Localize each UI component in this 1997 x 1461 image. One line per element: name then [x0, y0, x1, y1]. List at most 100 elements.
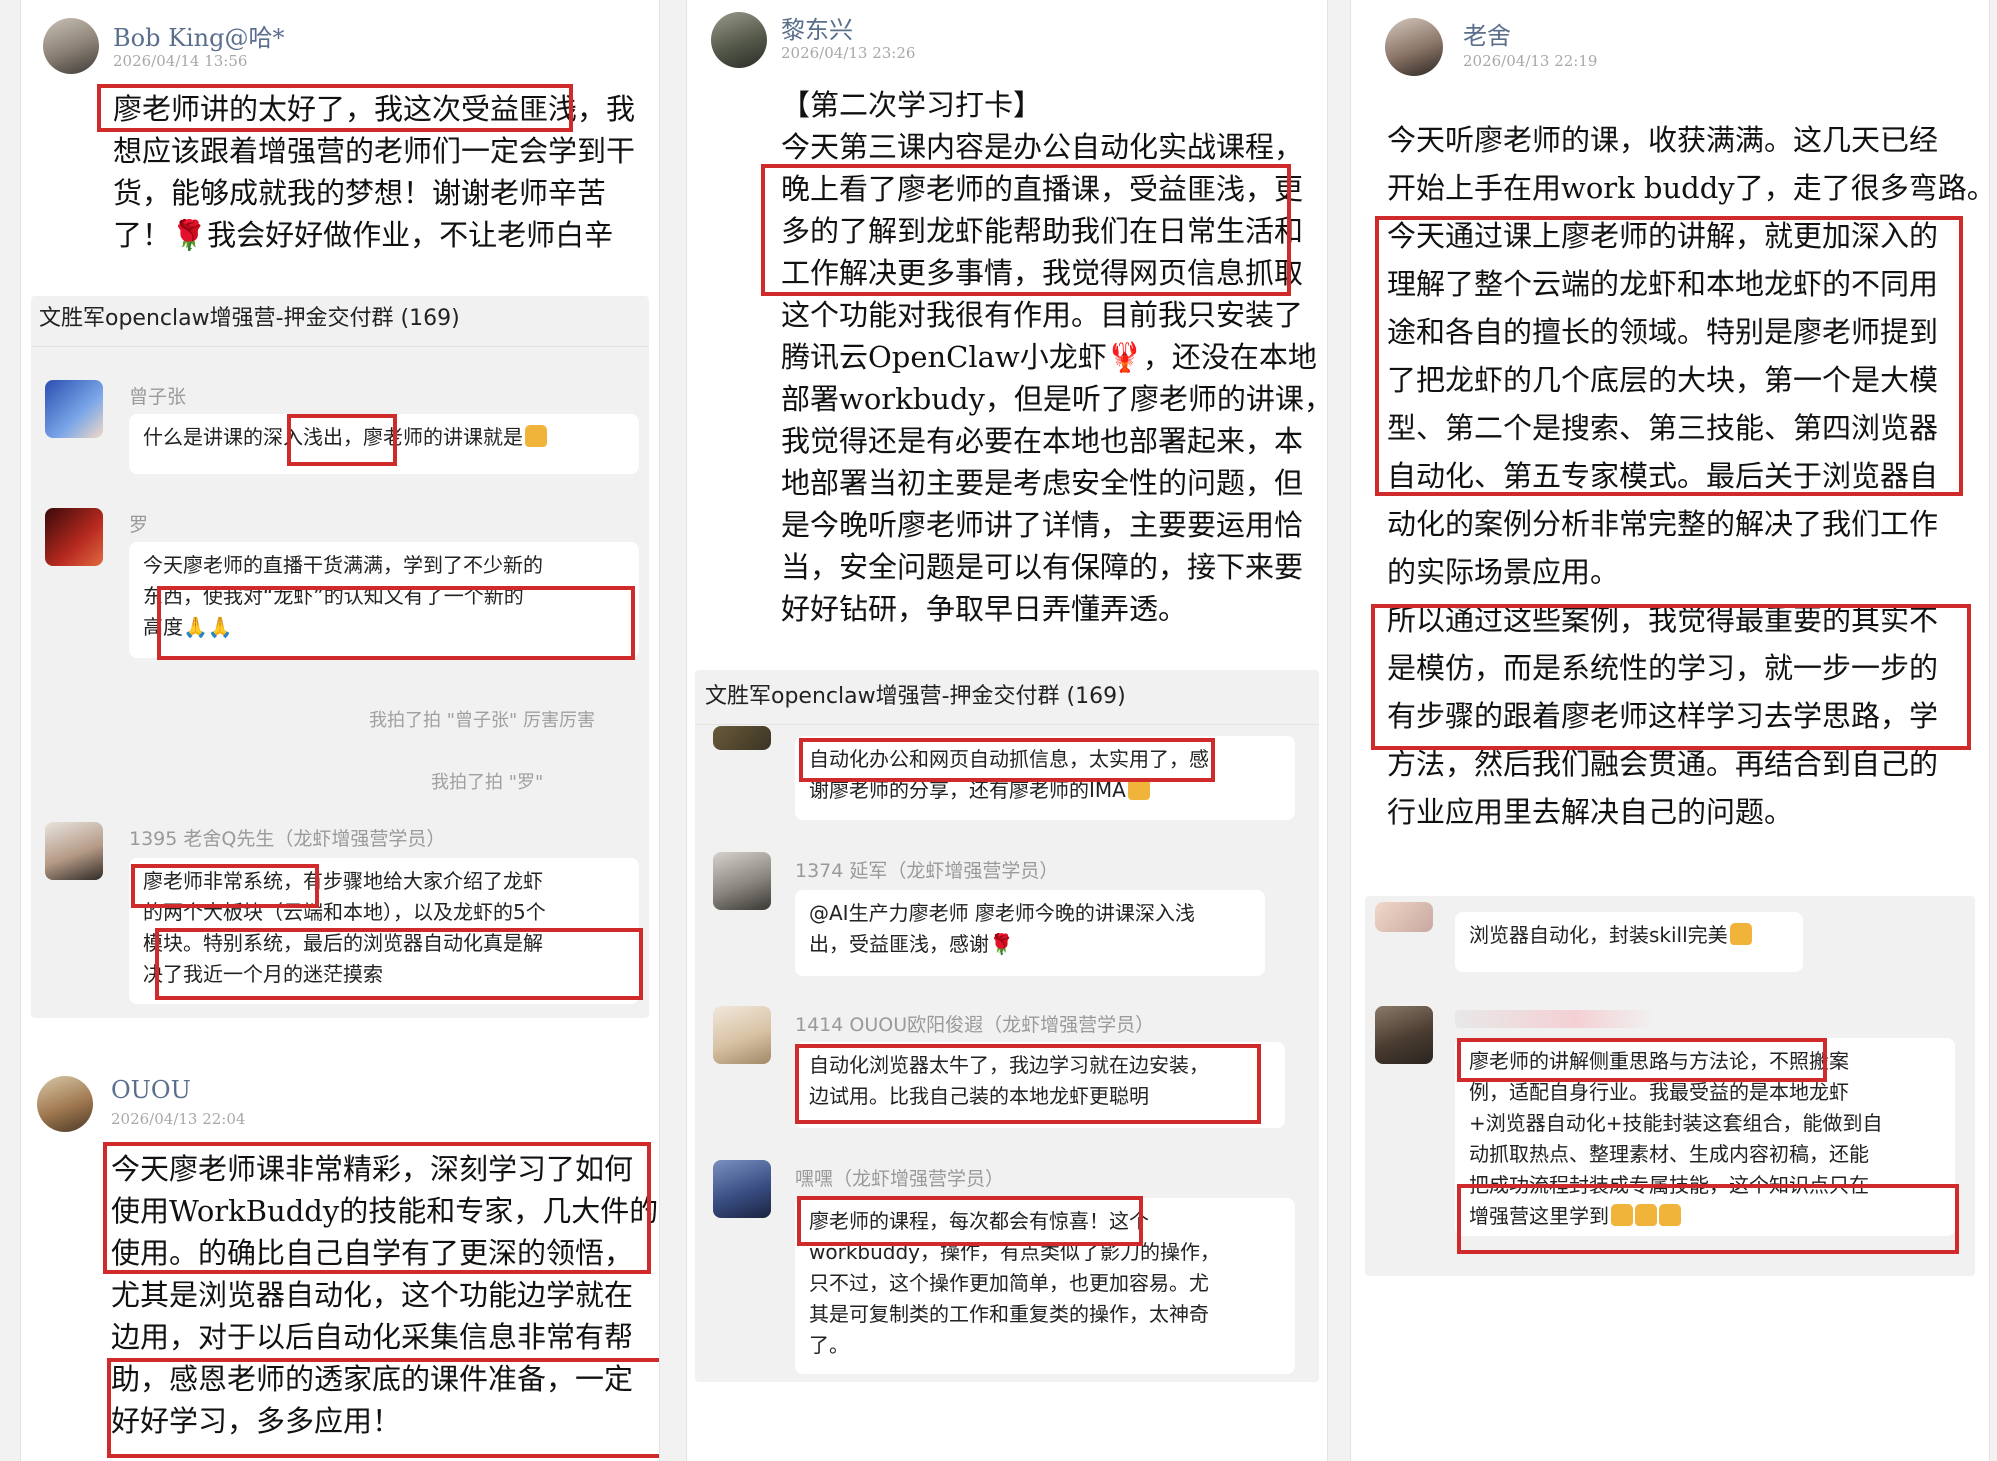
avatar[interactable]	[45, 822, 103, 880]
post-line: 是模仿，而是系统性的学习，就一步一步的	[1387, 651, 1939, 685]
post-line: 开始上手在用work buddy了，走了很多弯路。	[1387, 171, 1990, 205]
post-line: 部署workbudy，但是听了廖老师的讲课，	[781, 382, 1328, 416]
post-line: 晚上看了廖老师的直播课，受益匪浅，更	[781, 172, 1304, 206]
avatar[interactable]	[37, 1076, 93, 1132]
message-line: 的两个大板块（云端和本地），以及龙虾的5个	[143, 900, 546, 924]
thumbs-up-icon	[1611, 1204, 1633, 1226]
avatar[interactable]	[713, 1160, 771, 1218]
group-title: 文胜军openclaw增强营-押金交付群 (169)	[39, 306, 460, 331]
post-line: 型、第二个是搜索、第三技能、第四浏览器	[1387, 411, 1939, 445]
post-body: 今天听廖老师的课，收获满满。这几天已经 开始上手在用work buddy了，走了…	[1387, 116, 1990, 836]
avatar[interactable]	[713, 726, 771, 750]
avatar[interactable]	[45, 380, 103, 438]
post-line: 好好学习，多多应用！	[111, 1404, 402, 1438]
avatar[interactable]	[713, 852, 771, 910]
post-line: 方法，然后我们融会贯通。再结合到自己的	[1387, 747, 1939, 781]
post-line: 今天第三课内容是办公自动化实战课程，	[781, 130, 1304, 164]
message-line: @AI生产力廖老师 廖老师今晚的讲课深入浅	[809, 901, 1195, 925]
post-line: 今天听廖老师的课，收获满满。这几天已经	[1387, 123, 1939, 157]
message-bubble: 浏览器自动化，封装skill完美	[1455, 912, 1803, 972]
message-line: 廖老师非常系统，有步骤地给大家介绍了龙虾	[143, 869, 543, 893]
post-line: 有步骤的跟着廖老师这样学习去学思路，学	[1387, 699, 1939, 733]
message-line: 决了我近一个月的迷茫摸索	[143, 962, 383, 986]
divider	[695, 724, 1319, 725]
message-line: 谢廖老师的分享，还有廖老师的IMA	[809, 778, 1126, 802]
post-line: 地部署当初主要是考虑安全性的问题，但	[781, 466, 1304, 500]
post-time: 2026/04/13 22:04	[111, 1110, 246, 1128]
thumbs-up-icon	[1729, 923, 1752, 945]
post-line: 今天通过课上廖老师的讲解，就更加深入的	[1387, 219, 1939, 253]
sender-name: 嘿嘿（龙虾增强营学员）	[795, 1168, 1005, 1190]
message-bubble: @AI生产力廖老师 廖老师今晚的讲课深入浅 出，受益匪浅，感谢🌹	[795, 890, 1265, 976]
chat-screenshot: 文胜军openclaw增强营-押金交付群 (169) 曾子张 什么是讲课的深入浅…	[31, 296, 649, 1018]
avatar[interactable]	[713, 1006, 771, 1064]
post-line: 多的了解到龙虾能帮助我们在日常生活和	[781, 214, 1304, 248]
message-bubble: 什么是讲课的深入浅出，廖老师的讲课就是	[129, 414, 639, 474]
post-author[interactable]: OUOU	[111, 1076, 191, 1104]
post-line: 【第二次学习打卡】	[781, 88, 1043, 122]
avatar[interactable]	[45, 508, 103, 566]
message-line: 增强营这里学到	[1469, 1204, 1609, 1228]
avatar[interactable]	[1375, 1006, 1433, 1064]
pat-notice: 我拍了拍 "罗"	[431, 772, 544, 793]
post-line: 了把龙虾的几个底层的大块，第一个是大模	[1387, 363, 1939, 397]
message-line: 廖老师的讲解侧重思路与方法论，不照搬案	[1469, 1049, 1849, 1073]
post-line: 当，安全问题是可以有保障的，接下来要	[781, 550, 1304, 584]
post-line: 理解了整个云端的龙虾和本地龙虾的不同用	[1387, 267, 1939, 301]
message-line: 今天廖老师的直播干货满满，学到了不少新的	[143, 553, 543, 577]
chat-screenshot: 文胜军openclaw增强营-押金交付群 (169) 自动化办公和网页自动抓信息…	[695, 670, 1319, 1382]
post-column-3: 老舍 2026/04/13 22:19 今天听廖老师的课，收获满满。这几天已经 …	[1350, 0, 1990, 1461]
post-time: 2026/04/14 13:56	[113, 52, 248, 70]
avatar[interactable]	[1385, 18, 1443, 76]
post-line: 今天廖老师课非常精彩，深刻学习了如何	[111, 1152, 634, 1186]
message-line: 把成功流程封装成专属技能，这个知识点只在	[1469, 1173, 1869, 1197]
post-line: 使用WorkBuddy的技能和专家，几大件的	[111, 1194, 659, 1228]
message-bubble: 自动化办公和网页自动抓信息，太实用了，感 谢廖老师的分享，还有廖老师的IMA	[795, 736, 1295, 820]
post-line: 动化的案例分析非常完整的解决了我们工作	[1387, 507, 1939, 541]
post-author[interactable]: 老舍	[1463, 16, 1511, 51]
message-line: workbuddy，操作，有点类似了影刀的操作，	[809, 1240, 1220, 1264]
message-line: 例，适配自身行业。我最受益的是本地龙虾	[1469, 1080, 1849, 1104]
message-bubble: 自动化浏览器太牛了，我边学习就在边安装， 边试用。比我自己装的本地龙虾更聪明	[795, 1042, 1285, 1128]
sender-name-blurred	[1455, 1010, 1655, 1028]
post-column-2: 黎东兴 2026/04/13 23:26 【第二次学习打卡】 今天第三课内容是办…	[686, 0, 1328, 1461]
post-line: 腾讯云OpenClaw小龙虾🦞，还没在本地	[781, 340, 1317, 374]
post-line: 好好钻研，争取早日弄懂弄透。	[781, 592, 1188, 626]
avatar[interactable]	[43, 18, 99, 74]
message-line: 其是可复制类的工作和重复类的操作，太神奇	[809, 1302, 1209, 1326]
sender-name: 1374 延军（龙虾增强营学员）	[795, 860, 1059, 882]
message-line: 东西，使我对“龙虾”的认知又有了一个新的	[143, 584, 524, 608]
chat-screenshot: 浏览器自动化，封装skill完美 廖老师的讲解侧重思路与方法论，不照搬案 例，适…	[1365, 896, 1975, 1276]
post-line: 我觉得还是有必要在本地也部署起来，本	[781, 424, 1304, 458]
post-body: 廖老师讲的太好了，我这次受益匪浅，我 想应该跟着增强营的老师们一定会学到干 货，…	[113, 88, 635, 256]
post-line: 行业应用里去解决自己的问题。	[1387, 795, 1794, 829]
divider	[31, 346, 649, 347]
post-line: 了！🌹我会好好做作业，不让老师白辛	[113, 218, 614, 252]
post-column-1: Bob King@哈* 2026/04/14 13:56 廖老师讲的太好了，我这…	[20, 0, 660, 1461]
thumbs-up-icon	[1127, 778, 1150, 800]
post-author[interactable]: Bob King@哈*	[113, 18, 285, 53]
message-bubble: 今天廖老师的直播干货满满，学到了不少新的 东西，使我对“龙虾”的认知又有了一个新…	[129, 542, 639, 658]
post-line: 途和各自的擅长的领域。特别是廖老师提到	[1387, 315, 1939, 349]
message-line: 模块。特别系统，最后的浏览器自动化真是解	[143, 931, 543, 955]
message-bubble: 廖老师非常系统，有步骤地给大家介绍了龙虾 的两个大板块（云端和本地），以及龙虾的…	[129, 858, 639, 1004]
message-line: 边试用。比我自己装的本地龙虾更聪明	[809, 1084, 1149, 1108]
message-line: 自动化浏览器太牛了，我边学习就在边安装，	[809, 1053, 1209, 1077]
sender-name: 曾子张	[129, 386, 187, 408]
post-line: 边用，对于以后自动化采集信息非常有帮	[111, 1320, 634, 1354]
post-line: 这个功能对我很有作用。目前我只安装了	[781, 298, 1304, 332]
post-time: 2026/04/13 22:19	[1463, 52, 1598, 70]
post-line: 是今晚听廖老师讲了详情，主要要运用恰	[781, 508, 1304, 542]
post-time: 2026/04/13 23:26	[781, 44, 916, 62]
post-line: 所以通过这些案例，我觉得最重要的其实不	[1387, 603, 1939, 637]
post-line: 助，感恩老师的透家底的课件准备，一定	[111, 1362, 634, 1396]
message-line: 高度🙏🙏	[143, 615, 233, 639]
post-line: 自动化、第五专家模式。最后关于浏览器自	[1387, 459, 1939, 493]
post-line: 使用。的确比自己自学有了更深的领悟，	[111, 1236, 634, 1270]
message-bubble: 廖老师的课程，每次都会有惊喜！这个 workbuddy，操作，有点类似了影刀的操…	[795, 1198, 1295, 1374]
message-line: 只不过，这个操作更加简单，也更加容易。尤	[809, 1271, 1209, 1295]
avatar[interactable]	[711, 12, 767, 68]
avatar[interactable]	[1375, 902, 1433, 932]
message-line: 出，受益匪浅，感谢🌹	[809, 932, 1014, 956]
post-author[interactable]: 黎东兴	[781, 10, 853, 45]
